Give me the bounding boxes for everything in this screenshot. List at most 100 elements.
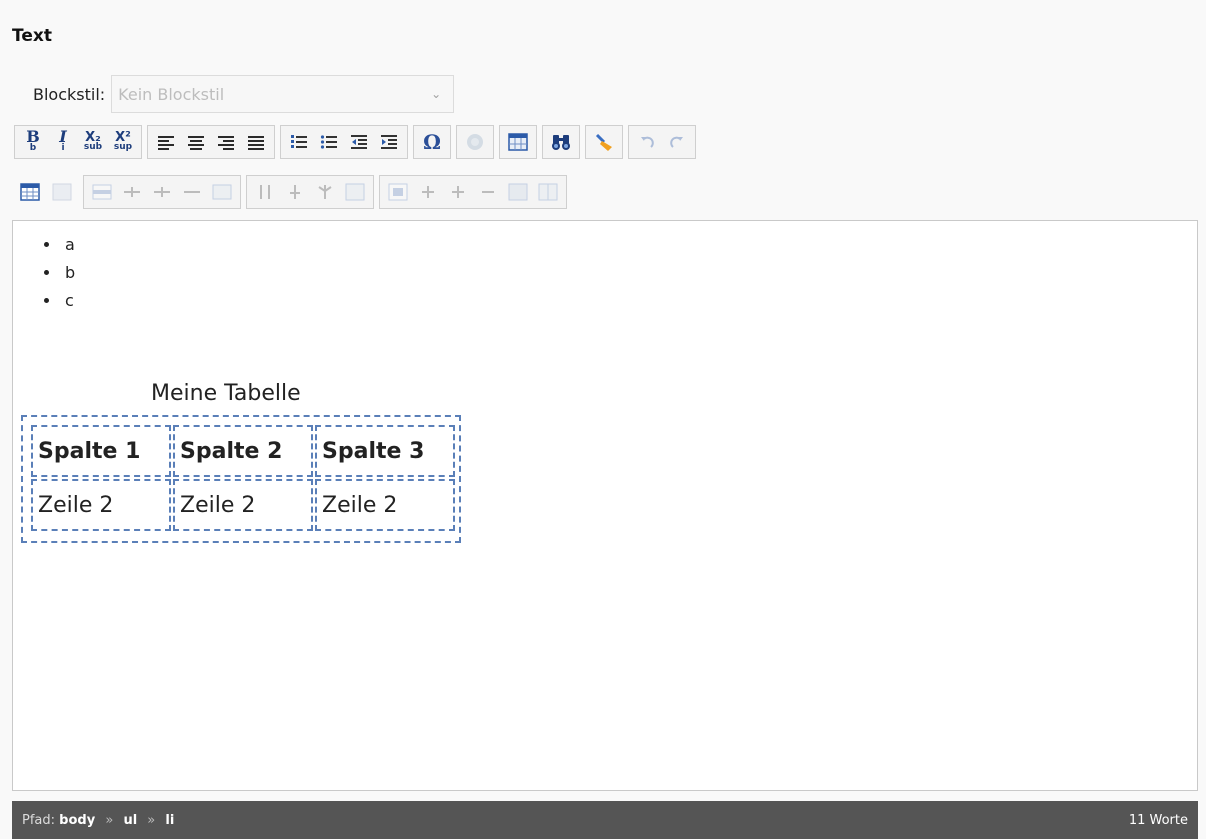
column-insert-before-button[interactable] bbox=[281, 178, 309, 206]
toolbar-group-history bbox=[628, 125, 696, 159]
toolbar-group-image bbox=[456, 125, 494, 159]
cell-split-button[interactable] bbox=[534, 178, 562, 206]
table-cell[interactable]: Zeile 2 bbox=[315, 479, 455, 531]
list-item: c bbox=[61, 287, 1197, 315]
special-char-button[interactable]: Ω bbox=[418, 128, 446, 156]
special-char-icon: Ω bbox=[423, 130, 441, 154]
list-item: a bbox=[61, 231, 1197, 259]
toolbar-table-ops bbox=[14, 174, 572, 210]
path-item-li[interactable]: li bbox=[165, 813, 174, 828]
row-insert-after-button[interactable] bbox=[148, 178, 176, 206]
subscript-icon: X₂ sub bbox=[83, 130, 103, 152]
chevron-down-icon: ⌄ bbox=[431, 87, 442, 101]
cell-insert-before-button[interactable] bbox=[414, 178, 442, 206]
row-delete-button[interactable] bbox=[178, 178, 206, 206]
column-delete-icon bbox=[345, 183, 365, 201]
indent-button[interactable] bbox=[375, 128, 403, 156]
table-button[interactable] bbox=[15, 178, 45, 206]
cell-merge-button[interactable] bbox=[504, 178, 532, 206]
content-table: Spalte 1 Spalte 2 Spalte 3 Zeile 2 Zeile… bbox=[21, 415, 461, 543]
cell-insert-before-icon bbox=[422, 186, 434, 198]
align-left-icon bbox=[158, 136, 174, 150]
align-justify-icon bbox=[248, 136, 264, 150]
bold-button[interactable]: Bb bbox=[19, 128, 47, 156]
cell-properties-button[interactable] bbox=[384, 178, 412, 206]
row-insert-after-icon bbox=[154, 187, 170, 197]
list-item: b bbox=[61, 259, 1197, 287]
outdent-icon bbox=[351, 135, 367, 149]
toolbar-group-columns bbox=[246, 175, 374, 209]
row-insert-before-button[interactable] bbox=[118, 178, 146, 206]
column-delete-button[interactable] bbox=[341, 178, 369, 206]
row-insert-before-icon bbox=[124, 187, 140, 197]
align-center-button[interactable] bbox=[182, 128, 210, 156]
table-header-cell[interactable]: Spalte 2 bbox=[173, 425, 313, 477]
cell-insert-after-icon bbox=[452, 186, 464, 198]
subscript-button[interactable]: X₂ sub bbox=[79, 128, 107, 156]
align-center-icon bbox=[188, 136, 204, 150]
toolbar-group-find bbox=[542, 125, 580, 159]
unordered-list-button[interactable] bbox=[315, 128, 343, 156]
align-right-button[interactable] bbox=[212, 128, 240, 156]
table-icon bbox=[20, 183, 40, 201]
image-button[interactable] bbox=[461, 128, 489, 156]
table-cell[interactable]: Zeile 2 bbox=[31, 479, 171, 531]
toolbar-group-rows bbox=[83, 175, 241, 209]
cell-delete-button[interactable] bbox=[474, 178, 502, 206]
blockstyle-label: Blockstil: bbox=[33, 84, 106, 104]
unordered-list-icon bbox=[320, 135, 337, 149]
editor-area[interactable]: a b c Meine Tabelle Spalte 1 Spalte 2 Sp… bbox=[12, 220, 1198, 791]
table-caption: Meine Tabelle bbox=[151, 381, 301, 406]
column-insert-after-button[interactable] bbox=[311, 178, 339, 206]
cell-merge-icon bbox=[508, 183, 528, 201]
toolbar-group-cleanup bbox=[585, 125, 623, 159]
align-left-button[interactable] bbox=[152, 128, 180, 156]
outdent-button[interactable] bbox=[345, 128, 373, 156]
column-properties-icon bbox=[260, 185, 270, 199]
row-split-button[interactable] bbox=[208, 178, 236, 206]
cell-split-icon bbox=[538, 183, 558, 201]
table-header-cell[interactable]: Spalte 1 bbox=[31, 425, 171, 477]
column-properties-button[interactable] bbox=[251, 178, 279, 206]
word-count: 11 Worte bbox=[1128, 812, 1188, 828]
field-title: Text bbox=[12, 26, 52, 46]
find-replace-button[interactable] bbox=[547, 128, 575, 156]
superscript-button[interactable]: X² sup bbox=[109, 128, 137, 156]
toolbar-group-table bbox=[499, 125, 537, 159]
align-justify-button[interactable] bbox=[242, 128, 270, 156]
row-properties-button[interactable] bbox=[88, 178, 116, 206]
cell-properties-icon bbox=[388, 183, 408, 201]
path-item-body[interactable]: body bbox=[59, 813, 95, 828]
toolbar-group-special-char: Ω bbox=[413, 125, 451, 159]
column-insert-before-icon bbox=[290, 185, 300, 199]
redo-button[interactable] bbox=[663, 128, 691, 156]
undo-icon bbox=[641, 136, 654, 148]
italic-icon: Ii bbox=[59, 127, 67, 153]
toolbar-group-alignment bbox=[147, 125, 275, 159]
cleanup-icon bbox=[595, 133, 612, 151]
blockstyle-select[interactable]: Kein Blockstil ⌄ bbox=[111, 75, 455, 113]
element-path: Pfad: body » ul » li bbox=[22, 813, 174, 828]
bold-icon: Bb bbox=[26, 127, 40, 153]
toolbar-group-text-style: Bb Ii X₂ sub X² sup bbox=[14, 125, 142, 159]
redo-icon bbox=[670, 136, 683, 148]
cleanup-button[interactable] bbox=[590, 128, 618, 156]
cell-delete-icon bbox=[482, 191, 494, 193]
italic-button[interactable]: Ii bbox=[49, 128, 77, 156]
find-replace-icon bbox=[552, 135, 570, 150]
table-cell[interactable]: Zeile 2 bbox=[173, 479, 313, 531]
ordered-list-icon bbox=[291, 135, 307, 148]
path-item-ul[interactable]: ul bbox=[123, 813, 137, 828]
toolbar-formatting: Bb Ii X₂ sub X² sup Ω bbox=[14, 124, 701, 160]
column-insert-after-icon bbox=[318, 185, 332, 199]
path-separator: » bbox=[147, 812, 156, 828]
ordered-list-button[interactable] bbox=[285, 128, 313, 156]
table-properties-button[interactable] bbox=[47, 178, 77, 206]
indent-icon bbox=[381, 135, 397, 149]
row-split-icon bbox=[212, 184, 232, 200]
insert-table-icon bbox=[508, 133, 528, 151]
insert-table-button[interactable] bbox=[504, 128, 532, 156]
table-header-cell[interactable]: Spalte 3 bbox=[315, 425, 455, 477]
cell-insert-after-button[interactable] bbox=[444, 178, 472, 206]
undo-button[interactable] bbox=[633, 128, 661, 156]
